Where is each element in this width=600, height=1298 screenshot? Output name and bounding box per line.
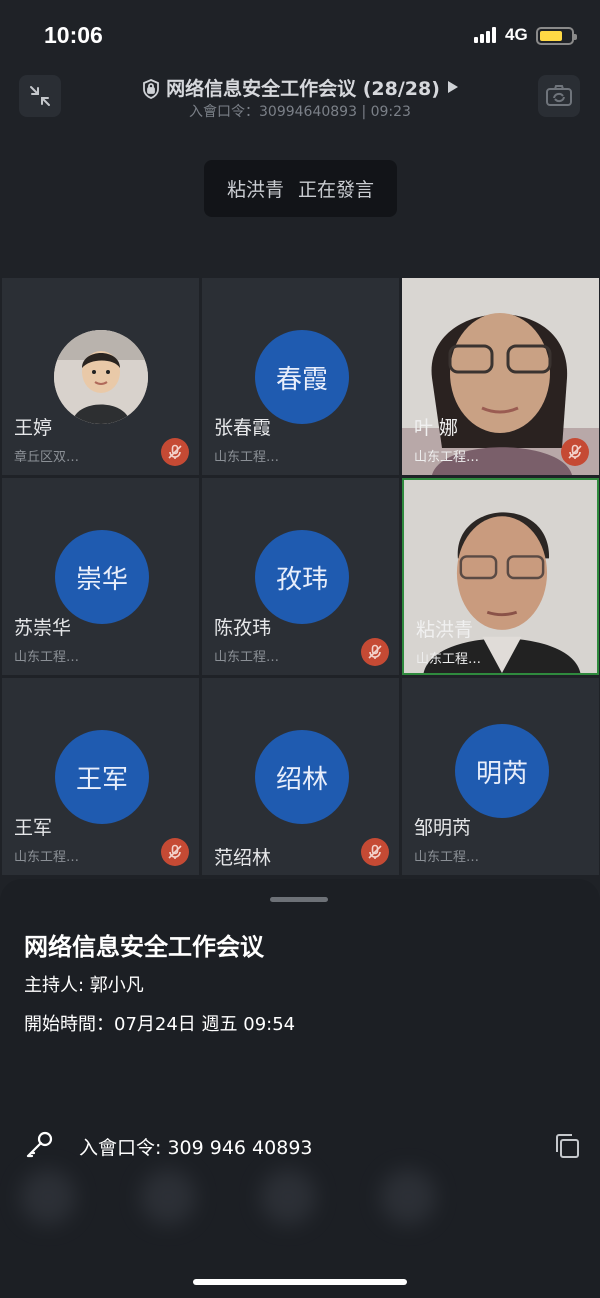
mic-off-icon bbox=[161, 838, 189, 866]
participant-tile[interactable]: 王婷 章丘区双… bbox=[2, 278, 199, 475]
avatar: 崇华 bbox=[55, 530, 149, 624]
meeting-host: 主持人: 郭小凡 bbox=[24, 975, 144, 996]
meeting-header-title[interactable]: 网络信息安全工作会议 (28/28) bbox=[0, 74, 600, 101]
mic-off-icon bbox=[361, 838, 389, 866]
avatar: 明芮 bbox=[455, 724, 549, 818]
participant-tile[interactable]: 叶 娜 山东工程… bbox=[402, 278, 599, 475]
meeting-screen: 10:06 4G 网络信息安全工作会议 (28/28) 入會口令：3099464… bbox=[0, 0, 600, 1298]
mic-off-icon bbox=[361, 638, 389, 666]
copy-icon[interactable] bbox=[552, 1131, 582, 1161]
speaker-name: 粘洪青 bbox=[226, 179, 284, 201]
participant-org: 山东工程… bbox=[214, 650, 280, 665]
mic-off-icon bbox=[161, 438, 189, 466]
avatar: 王军 bbox=[55, 730, 149, 824]
participant-name: 叶 娜 bbox=[414, 417, 459, 439]
speaking-status: 正在發言 bbox=[298, 179, 375, 201]
video-feed bbox=[404, 480, 597, 673]
participant-name: 王婷 bbox=[14, 417, 53, 439]
participant-org: 山东工程… bbox=[414, 450, 480, 465]
participant-org: 山东工程… bbox=[214, 450, 280, 465]
participant-tile[interactable]: 王军 王军 山东工程… bbox=[2, 678, 199, 875]
participant-name: 陈孜玮 bbox=[214, 617, 272, 639]
avatar: 春霞 bbox=[255, 330, 349, 424]
home-indicator[interactable] bbox=[193, 1279, 407, 1285]
participant-tile[interactable]: 明芮 邹明芮 山东工程… bbox=[402, 678, 599, 875]
blurred-background bbox=[20, 1169, 580, 1229]
meeting-code: 入會口令: 309 946 40893 bbox=[79, 1137, 313, 1159]
participant-org: 山东工程… bbox=[14, 850, 80, 865]
participant-name: 粘洪青 bbox=[416, 619, 474, 641]
participant-org: 山东工程… bbox=[14, 650, 80, 665]
participant-tile[interactable]: 崇华 苏崇华 山东工程… bbox=[2, 478, 199, 675]
speaking-indicator: 粘洪青 正在發言 bbox=[204, 160, 397, 217]
participant-tile-active-speaker[interactable]: 粘洪青 山东工程… bbox=[402, 478, 599, 675]
status-time: 10:06 bbox=[44, 22, 103, 48]
meeting-start-time: 開始時間：07月24日 週五 09:54 bbox=[24, 1014, 296, 1035]
shield-lock-icon bbox=[143, 79, 159, 99]
mic-off-icon bbox=[561, 438, 589, 466]
participant-tile[interactable]: 孜玮 陈孜玮 山东工程… bbox=[202, 478, 399, 675]
expand-arrow-icon bbox=[447, 81, 458, 93]
meeting-title: 网络信息安全工作会议 (28/28) bbox=[166, 78, 440, 100]
key-icon bbox=[26, 1131, 53, 1158]
participant-grid: 王婷 章丘区双… 春霞 张春霞 山东工程… 叶 娜 山东工程… 崇华 苏崇华 山… bbox=[0, 276, 600, 876]
participant-tile[interactable]: 春霞 张春霞 山东工程… bbox=[202, 278, 399, 475]
status-bar: 10:06 4G bbox=[0, 0, 600, 66]
participant-org: 章丘区双… bbox=[14, 450, 80, 465]
participant-name: 邹明芮 bbox=[414, 817, 472, 839]
meeting-info-sheet: 网络信息安全工作会议 主持人: 郭小凡 開始時間：07月24日 週五 09:54… bbox=[0, 879, 600, 1298]
participant-tile[interactable]: 绍林 范绍林 bbox=[202, 678, 399, 875]
sheet-meeting-title: 网络信息安全工作会议 bbox=[24, 933, 264, 961]
meeting-subtitle: 入會口令：30994640893 | 09:23 bbox=[189, 104, 411, 120]
participant-name: 王军 bbox=[14, 817, 53, 839]
participant-name: 张春霞 bbox=[214, 417, 272, 439]
participant-org: 山东工程… bbox=[416, 652, 482, 667]
avatar: 绍林 bbox=[255, 730, 349, 824]
sheet-drag-handle[interactable] bbox=[270, 897, 328, 902]
participant-org: 山东工程… bbox=[414, 850, 480, 865]
signal-icon bbox=[474, 27, 500, 43]
meeting-code-row: 入會口令: 309 946 40893 bbox=[24, 1129, 584, 1163]
participant-name: 范绍林 bbox=[214, 847, 272, 869]
avatar: 孜玮 bbox=[255, 530, 349, 624]
avatar bbox=[54, 330, 148, 424]
network-type: 4G bbox=[505, 25, 528, 44]
participant-name: 苏崇华 bbox=[14, 617, 72, 639]
battery-icon bbox=[536, 27, 577, 45]
